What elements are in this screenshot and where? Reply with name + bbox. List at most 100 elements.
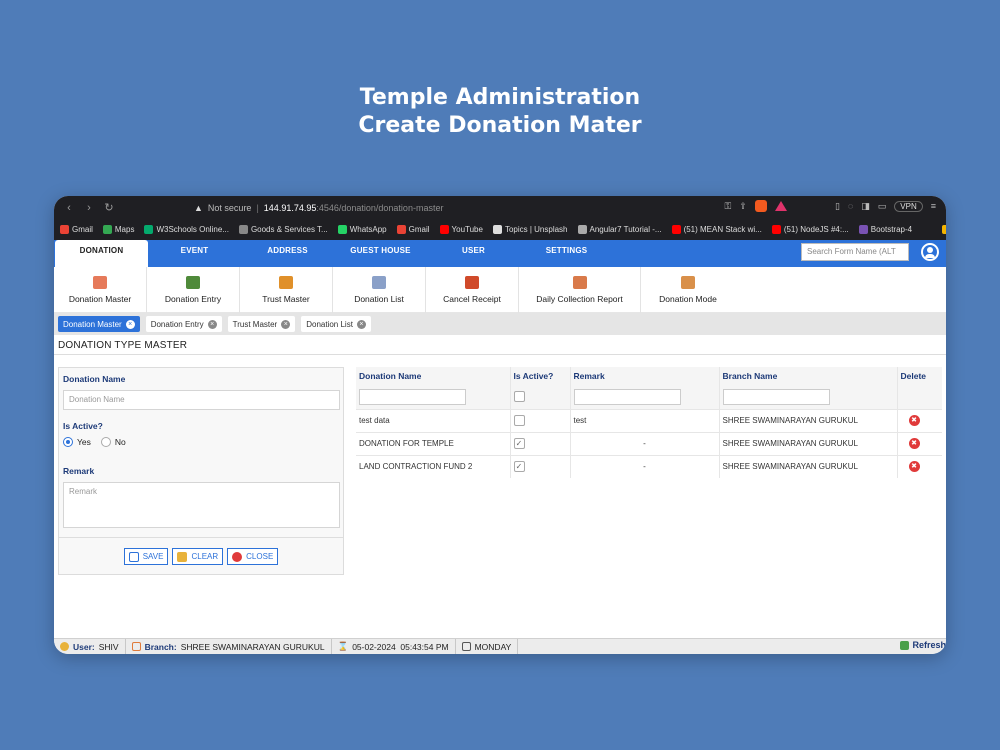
bookmark-item[interactable]: Gmail — [396, 225, 430, 234]
delete-icon[interactable]: ✖ — [908, 415, 920, 426]
open-tab-donation-entry[interactable]: Donation Entry × — [145, 316, 222, 332]
nav-tab-user[interactable]: USER — [427, 240, 520, 267]
nav-tab-guest-house[interactable]: GUEST HOUSE — [334, 240, 427, 267]
bookmark-item[interactable]: YouTube — [439, 225, 483, 234]
bookmark-icon — [577, 225, 587, 234]
radio-yes[interactable]: Yes — [63, 437, 91, 447]
filter-cell — [897, 385, 942, 409]
address-bar[interactable]: ▲ Not secure | 144.91.74.95:4546/donatio… — [194, 200, 814, 216]
bookmark-item[interactable]: WhatsApp — [337, 225, 387, 234]
bookmark-icon — [102, 225, 112, 234]
bookmark-item[interactable]: Topics | Unsplash — [492, 225, 568, 234]
close-tab-icon[interactable]: × — [207, 319, 217, 329]
share-icon[interactable]: ⇪ — [739, 201, 747, 212]
radio-yes-dot[interactable] — [63, 437, 73, 447]
delete-icon[interactable]: ✖ — [908, 461, 920, 473]
filter-cell — [719, 385, 898, 409]
calendar-report-icon — [572, 276, 587, 289]
nav-tab-event[interactable]: EVENT — [148, 240, 241, 267]
search-form-input[interactable]: Search Form Name (ALT — [801, 243, 909, 261]
col-delete: Delete — [897, 367, 942, 385]
open-tabs-bar: Donation Master × Donation Entry × Trust M… — [54, 313, 946, 335]
bookmark-item[interactable]: Goods & Services T... — [238, 225, 328, 234]
close-tab-icon[interactable]: × — [125, 319, 135, 329]
sidebar-icon[interactable]: ◨ — [861, 201, 870, 212]
bookmark-item[interactable]: (51) MEAN Stack wi... — [671, 225, 762, 234]
table-row[interactable]: LAND CONTRACTION FUND 2 ✓ - SHREE SWAMINARA… — [356, 454, 942, 478]
brave-shield-icon[interactable] — [754, 200, 767, 212]
bookmark-item[interactable]: All Bookmarks — [942, 225, 946, 234]
bookmark-label: Maps — [114, 225, 135, 234]
refresh-button[interactable]: Refresh — [900, 640, 946, 650]
extensions-icon[interactable]: ▯ — [835, 201, 840, 212]
open-tab-donation-master[interactable]: Donation Master × — [58, 316, 140, 332]
module-toolbar: Donation Master Donation Entry Trust Maste… — [54, 267, 946, 313]
col-branch-name[interactable]: Branch Name — [719, 367, 898, 385]
open-tab-trust-master[interactable]: Trust Master × — [227, 316, 296, 332]
col-is-active[interactable]: Is Active? — [510, 367, 571, 385]
back-icon[interactable]: ‹ — [62, 202, 76, 214]
reload-icon[interactable]: ↻ — [102, 201, 116, 214]
bookmark-label: Gmail — [408, 225, 430, 234]
module-donation-list[interactable]: Donation List — [333, 267, 426, 313]
module-cancel-receipt[interactable]: Cancel Receipt — [426, 267, 519, 313]
open-tab-label: Donation List — [306, 319, 353, 329]
clear-button[interactable]: CLEAR — [172, 548, 224, 565]
brave-rewards-icon[interactable] — [774, 201, 787, 211]
close-tab-icon[interactable]: × — [356, 319, 366, 329]
radio-no-dot[interactable] — [100, 437, 111, 447]
filter-donation-name[interactable] — [359, 388, 466, 405]
table-row[interactable]: DONATION FOR TEMPLE ✓ - SHREE SWAMINARAYAN … — [356, 431, 942, 455]
module-trust-master[interactable]: Trust Master — [240, 267, 333, 313]
user-label: User: — [73, 641, 95, 652]
hourglass-icon: ⌛ — [337, 641, 349, 651]
close-tab-icon[interactable]: × — [281, 319, 291, 329]
bookmark-item[interactable]: Maps — [102, 225, 135, 234]
filter-is-active-checkbox[interactable] — [513, 391, 525, 403]
is-active-checkbox[interactable] — [513, 415, 525, 426]
delete-icon[interactable]: ✖ — [908, 438, 920, 449]
vpn-button[interactable]: VPN — [894, 200, 923, 212]
status-user: User: SHIV — [54, 638, 126, 654]
module-donation-mode[interactable]: Donation Mode — [641, 267, 735, 313]
save-icon — [128, 551, 139, 562]
user-icon[interactable] — [921, 243, 939, 261]
is-active-checkbox[interactable]: ✓ — [513, 438, 525, 449]
nav-tab-donation[interactable]: DONATION — [55, 240, 148, 267]
bookmark-item[interactable]: Angular7 Tutorial -... — [577, 225, 662, 234]
donation-box-icon — [681, 276, 695, 289]
bookmark-item[interactable]: Gmail — [60, 225, 93, 234]
bookmark-item[interactable]: (51) NodeJS #4:... — [771, 225, 849, 234]
close-button[interactable]: CLOSE — [227, 548, 279, 565]
table-row[interactable]: test data test SHREE SWAMINARAYAN GURUKUL ✖ — [356, 408, 942, 432]
nav-tab-address[interactable]: ADDRESS — [241, 240, 334, 267]
cell-delete: ✖ — [897, 431, 942, 455]
bookmark-item[interactable]: Bootstrap-4 — [858, 225, 912, 234]
chat-icon[interactable]: ◌ — [848, 201, 853, 211]
col-donation-name[interactable]: Donation Name — [356, 367, 511, 385]
form-buttons: SAVE CLEAR CLOSE — [63, 548, 339, 565]
save-button[interactable]: SAVE — [123, 548, 169, 565]
module-daily-collection-report[interactable]: Daily Collection Report — [519, 267, 641, 313]
clear-label: CLEAR — [191, 552, 219, 561]
network-icon — [279, 276, 293, 289]
donation-name-input[interactable]: Donation Name — [63, 390, 340, 410]
remark-textarea[interactable]: Remark — [63, 482, 340, 528]
filter-remark[interactable] — [573, 388, 681, 405]
open-tab-donation-list[interactable]: Donation List × — [301, 316, 371, 332]
col-remark[interactable]: Remark — [570, 367, 720, 385]
module-label: Donation Master — [68, 294, 132, 304]
is-active-checkbox[interactable]: ✓ — [513, 461, 525, 473]
wallet-icon[interactable]: ▭ — [878, 201, 887, 212]
nav-tab-settings[interactable]: SETTINGS — [520, 240, 613, 267]
module-donation-master[interactable]: Donation Master — [54, 267, 147, 313]
menu-icon[interactable]: ≡ — [931, 201, 936, 211]
filter-branch-name[interactable] — [722, 388, 830, 405]
module-donation-entry[interactable]: Donation Entry — [147, 267, 240, 313]
forward-icon[interactable]: › — [82, 202, 96, 214]
key-icon[interactable]: ⚿ — [725, 201, 732, 212]
bookmark-item[interactable]: W3Schools Online... — [144, 225, 229, 234]
radio-no[interactable]: No — [100, 437, 126, 447]
cell-delete: ✖ — [897, 454, 942, 478]
bookmark-label: Goods & Services T... — [250, 225, 328, 234]
